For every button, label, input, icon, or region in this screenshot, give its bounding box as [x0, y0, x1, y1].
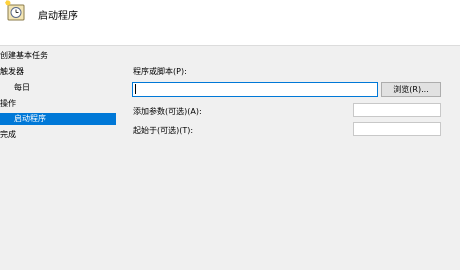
wizard-header: 启动程序 — [0, 0, 460, 46]
arguments-input[interactable] — [353, 103, 441, 117]
start-in-label: 起始于(可选)(T): — [133, 126, 194, 135]
step-trigger[interactable]: 触发器 — [0, 66, 116, 78]
text-caret — [135, 84, 136, 94]
step-finish[interactable]: 完成 — [0, 129, 116, 141]
program-input[interactable] — [132, 82, 378, 97]
browse-button[interactable]: 浏览(R)... — [381, 82, 441, 97]
start-in-input[interactable] — [353, 122, 441, 136]
arguments-label: 添加参数(可选)(A): — [133, 107, 202, 116]
step-daily[interactable]: 每日 — [0, 82, 116, 94]
step-create-basic-task[interactable]: 创建基本任务 — [0, 50, 116, 62]
step-action[interactable]: 操作 — [0, 98, 116, 110]
wizard-steps-sidebar: 创建基本任务 触发器 每日 操作 启动程序 完成 — [0, 47, 118, 270]
page-title: 启动程序 — [38, 11, 78, 22]
step-start-program[interactable]: 启动程序 — [0, 113, 116, 125]
program-label: 程序或脚本(P): — [133, 67, 187, 76]
task-clock-icon — [5, 0, 25, 21]
